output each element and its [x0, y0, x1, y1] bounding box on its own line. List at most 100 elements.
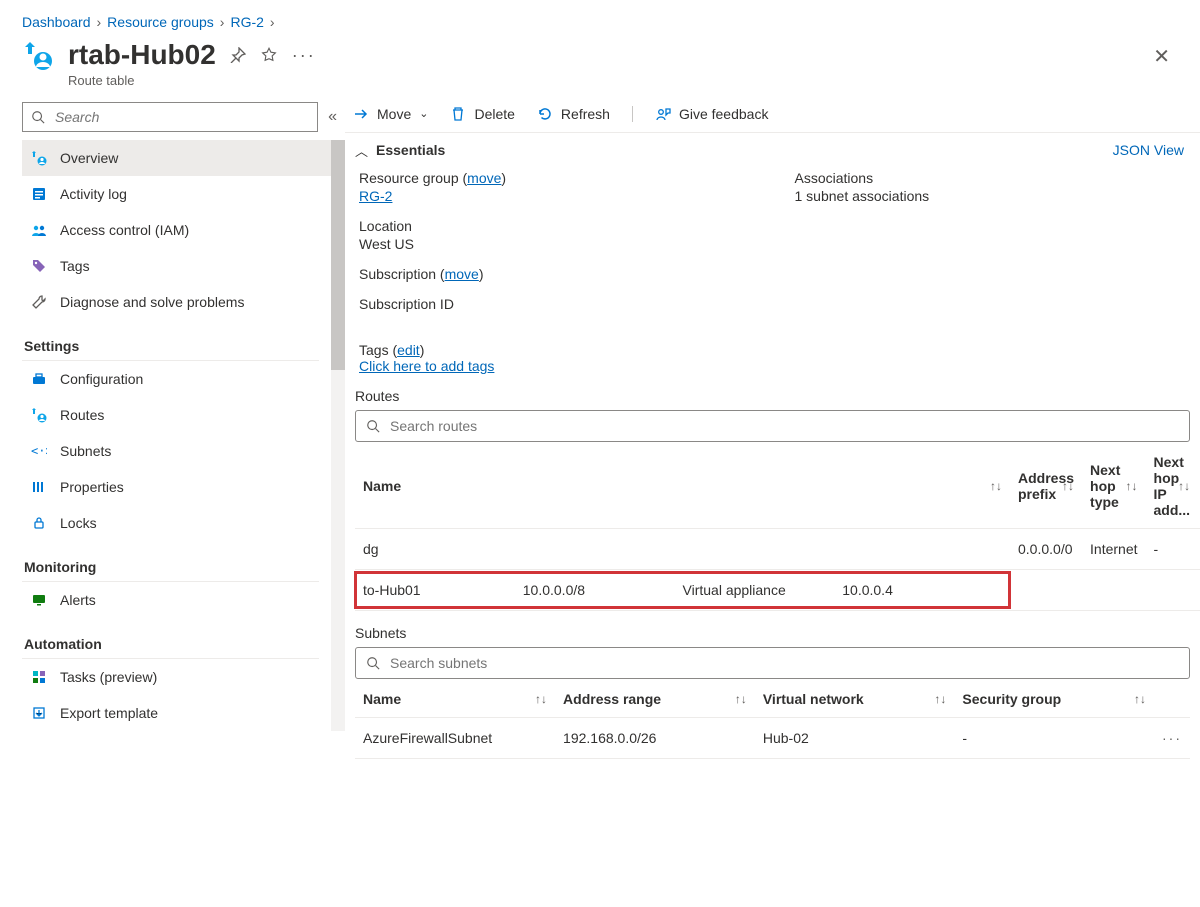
nav-subnets[interactable]: <·> Subnets	[22, 433, 345, 469]
subnets-table: Name ↑↓ Address range ↑↓ Virtual network ↑↓…	[355, 681, 1190, 759]
scrollbar-thumb[interactable]	[331, 140, 345, 370]
command-bar: Move ⌄ Delete Refresh Give feedback	[345, 96, 1200, 133]
nav-alerts[interactable]: Alerts	[22, 582, 345, 618]
edit-tags-link[interactable]: edit	[397, 342, 420, 358]
crumb-resource-groups[interactable]: Resource groups	[107, 14, 214, 30]
sort-icon[interactable]: ↑↓	[1126, 479, 1138, 493]
breadcrumb: Dashboard › Resource groups › RG-2 ›	[0, 0, 1200, 38]
refresh-button[interactable]: Refresh	[537, 106, 610, 122]
nav-item-label: Access control (IAM)	[60, 222, 189, 238]
nav-tags[interactable]: Tags	[22, 248, 345, 284]
wrench-icon	[30, 294, 48, 310]
nav-routes[interactable]: Routes	[22, 397, 345, 433]
route-table-icon	[22, 40, 54, 72]
sort-icon[interactable]: ↑↓	[1178, 479, 1190, 493]
assoc-value: 1 subnet associations	[795, 188, 1191, 204]
nav-item-label: Tags	[60, 258, 90, 274]
tasks-icon	[30, 669, 48, 685]
alerts-icon	[30, 592, 48, 608]
essentials-title: Essentials	[376, 142, 445, 158]
sidebar-search[interactable]	[22, 102, 318, 132]
move-button[interactable]: Move ⌄	[353, 106, 428, 122]
add-tags-link[interactable]: Click here to add tags	[359, 358, 494, 374]
subnets-search-input[interactable]	[388, 654, 1179, 672]
nav-configuration[interactable]: Configuration	[22, 361, 345, 397]
properties-icon	[30, 479, 48, 495]
pin-icon[interactable]	[230, 47, 246, 63]
cell-prefix: 0.0.0.0/0	[1010, 528, 1082, 569]
lock-icon	[30, 515, 48, 531]
chevron-right-icon: ›	[220, 14, 225, 30]
tags-label: Tags (edit)	[359, 342, 424, 358]
nav-overview[interactable]: Overview	[22, 140, 345, 176]
chevron-right-icon: ›	[270, 14, 275, 30]
sort-icon[interactable]: ↑↓	[1062, 479, 1074, 493]
assoc-label: Associations	[795, 170, 1191, 186]
toolbox-icon	[30, 371, 48, 387]
col-name[interactable]: Name	[363, 478, 401, 494]
nav-tasks[interactable]: Tasks (preview)	[22, 659, 345, 695]
cell-name: to-Hub01 10.0.0.0/8 Virtual appliance 10…	[355, 569, 1010, 610]
people-icon	[30, 222, 48, 238]
sub-label: Subscription (move)	[359, 266, 484, 282]
nav-diagnose[interactable]: Diagnose and solve problems	[22, 284, 345, 320]
nav-item-label: Activity log	[60, 186, 127, 202]
rg-value-link[interactable]: RG-2	[359, 188, 392, 204]
page-title: rtab-Hub02	[68, 40, 216, 71]
sort-icon[interactable]: ↑↓	[1134, 692, 1146, 706]
table-row[interactable]: to-Hub01 10.0.0.0/8 Virtual appliance 10…	[355, 569, 1200, 610]
loc-value: West US	[359, 236, 755, 252]
search-icon	[366, 419, 380, 433]
section-settings: Settings	[22, 324, 319, 361]
sort-icon[interactable]: ↑↓	[735, 692, 747, 706]
table-row[interactable]: dg 0.0.0.0/0 Internet - ···	[355, 528, 1200, 569]
json-view-link[interactable]: JSON View	[1113, 142, 1190, 158]
move-label: Move	[377, 106, 411, 122]
nav-locks[interactable]: Locks	[22, 505, 345, 541]
col-name[interactable]: Name	[363, 691, 401, 707]
cell-range: 192.168.0.0/26	[555, 717, 755, 758]
sidebar-search-input[interactable]	[53, 108, 309, 126]
more-icon[interactable]: ···	[292, 45, 316, 66]
search-icon	[31, 110, 45, 124]
crumb-dashboard[interactable]: Dashboard	[22, 14, 91, 30]
nav-item-label: Overview	[60, 150, 118, 166]
move-rg-link[interactable]: move	[467, 170, 501, 186]
sort-icon[interactable]: ↑↓	[990, 479, 1002, 493]
routes-search-input[interactable]	[388, 417, 1179, 435]
table-row[interactable]: AzureFirewallSubnet 192.168.0.0/26 Hub-0…	[355, 717, 1190, 758]
subnet-icon: <·>	[30, 443, 48, 459]
nav-access-control[interactable]: Access control (IAM)	[22, 212, 345, 248]
col-sg[interactable]: Security group	[962, 691, 1061, 707]
delete-button[interactable]: Delete	[450, 106, 514, 122]
crumb-rg2[interactable]: RG-2	[230, 14, 263, 30]
collapse-sidebar-icon[interactable]: «	[328, 108, 337, 126]
section-automation: Automation	[22, 622, 319, 659]
row-menu-icon[interactable]: ···	[1154, 717, 1190, 758]
cell-sg: -	[954, 717, 1154, 758]
col-range[interactable]: Address range	[563, 691, 661, 707]
nav-item-label: Diagnose and solve problems	[60, 294, 244, 310]
nav-item-label: Properties	[60, 479, 124, 495]
cell-hop-ip: -	[1146, 528, 1199, 569]
routes-search[interactable]	[355, 410, 1190, 442]
move-sub-link[interactable]: move	[445, 266, 479, 282]
nav-activity-log[interactable]: Activity log	[22, 176, 345, 212]
route-table-icon	[30, 150, 48, 166]
nav-item-label: Subnets	[60, 443, 111, 459]
chevron-up-icon[interactable]: ︿	[355, 141, 368, 160]
col-vnet[interactable]: Virtual network	[763, 691, 864, 707]
col-hop-type[interactable]: Next hop type	[1090, 462, 1120, 510]
sort-icon[interactable]: ↑↓	[535, 692, 547, 706]
close-icon[interactable]: ✕	[1145, 40, 1178, 73]
nav-item-label: Routes	[60, 407, 104, 423]
chevron-down-icon: ⌄	[419, 107, 428, 120]
log-icon	[30, 186, 48, 202]
feedback-button[interactable]: Give feedback	[632, 106, 769, 122]
sort-icon[interactable]: ↑↓	[934, 692, 946, 706]
star-icon[interactable]	[260, 46, 278, 64]
subnets-search[interactable]	[355, 647, 1190, 679]
nav-export-template[interactable]: Export template	[22, 695, 345, 731]
nav-properties[interactable]: Properties	[22, 469, 345, 505]
subnets-title: Subnets	[355, 625, 1190, 641]
